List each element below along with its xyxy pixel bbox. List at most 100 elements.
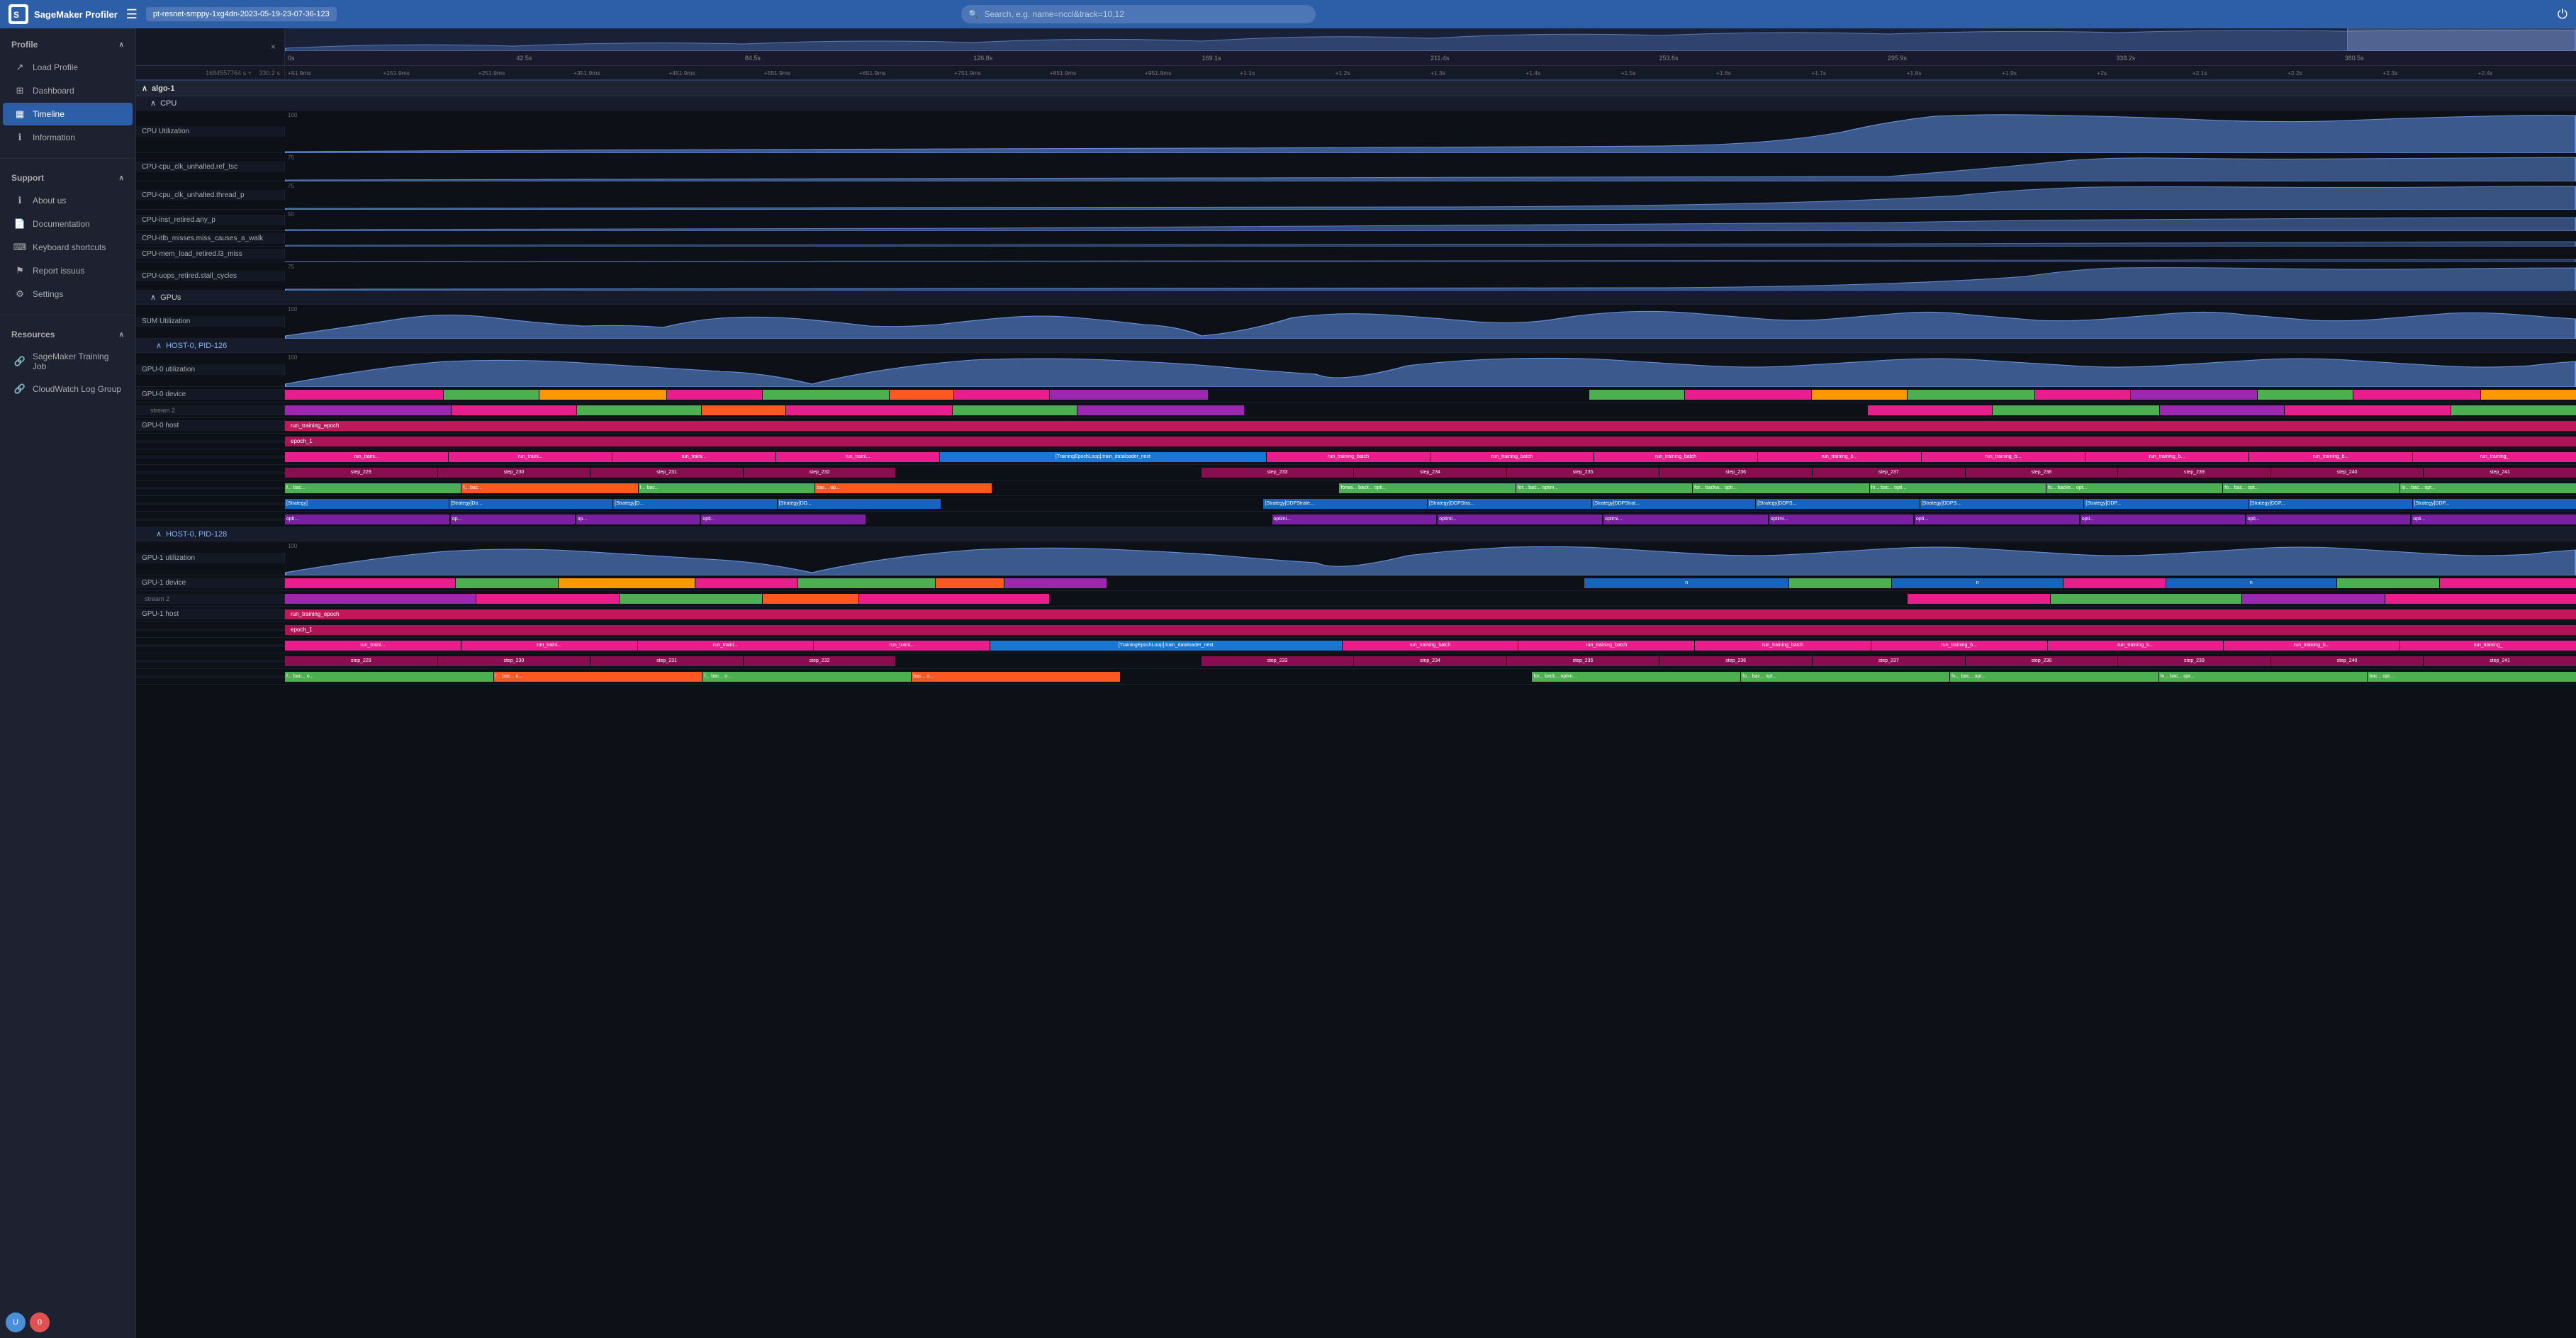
step-training-batch3[interactable]: run_training_batch [1594, 452, 1757, 462]
gpu1-sn-231[interactable]: step_231 [590, 656, 743, 666]
sidebar-item-keyboard[interactable]: ⌨ Keyboard shortcuts [3, 236, 133, 259]
gpu1-b4[interactable]: run_training_b... [1871, 641, 2047, 651]
optim-bar-10[interactable]: opti... [2081, 515, 2245, 524]
host0-section-header[interactable]: ∧ HOST-0, PID-126 [136, 339, 2576, 353]
gpu1-b5[interactable]: run_training_b... [2048, 641, 2224, 651]
strat-bar-6[interactable]: [Strategy]DDPStra... [1428, 499, 1591, 509]
strat-bar-10[interactable]: [Strategy]DDP... [2084, 499, 2248, 509]
optim-bar-4[interactable]: opti... [701, 515, 866, 524]
gpu1-sn-236[interactable]: step_236 [1659, 656, 1812, 666]
gpus-section-header[interactable]: ∧ GPUs [136, 291, 2576, 305]
stepnum-231[interactable]: step_231 [590, 468, 743, 478]
gpu1-step-run4[interactable]: run_traini... [814, 641, 990, 651]
optim-bar-1[interactable]: opti... [285, 515, 449, 524]
func-fwd-1[interactable]: f... bac... [285, 483, 461, 493]
sidebar-item-about[interactable]: ℹ About us [3, 189, 133, 212]
stepnum-237[interactable]: step_237 [1813, 468, 1965, 478]
gpu1-training-batch2[interactable]: run_training_batch [1518, 641, 1694, 651]
power-button[interactable]: ⏻ [2558, 7, 2567, 22]
optim-bar-12[interactable]: opti... [2412, 515, 2576, 524]
user-avatar[interactable]: U [6, 1312, 26, 1332]
stepnum-239[interactable]: step_239 [2118, 468, 2270, 478]
gpu1-sn-230[interactable]: step_230 [438, 656, 590, 666]
support-section-header[interactable]: Support ∧ [0, 167, 135, 189]
step-b8[interactable]: run_training_ [2413, 452, 2576, 462]
gpu1-sn-234[interactable]: step_234 [1354, 656, 1506, 666]
optim-bar-8[interactable]: optimi... [1769, 515, 1913, 524]
strat-bar-12[interactable]: [Strategy]DDP... [2413, 499, 2576, 509]
algo-header[interactable]: ∧ algo-1 [136, 81, 2576, 96]
step-b7[interactable]: run_training_b... [2249, 452, 2412, 462]
sidebar-item-information[interactable]: ℹ Information [3, 126, 133, 149]
gpu1-sn-238[interactable]: step_238 [1966, 656, 2118, 666]
func-fwd-5[interactable]: for... backw... opti... [1693, 483, 1869, 493]
gpu1-sn-240[interactable]: step_240 [2271, 656, 2424, 666]
stepnum-238[interactable]: step_238 [1966, 468, 2118, 478]
stepnum-234[interactable]: step_234 [1354, 468, 1506, 478]
stepnum-235[interactable]: step_235 [1507, 468, 1659, 478]
host1-section-header[interactable]: ∧ HOST-0, PID-128 [136, 527, 2576, 541]
func-fwd-7[interactable]: fo... backe... opt... [2046, 483, 2222, 493]
gpu1-step-run2[interactable]: run_traini... [461, 641, 637, 651]
strat-bar-11[interactable]: [Strategy]DDP... [2249, 499, 2412, 509]
func-fwd-2[interactable]: f... bac... [639, 483, 814, 493]
gpu1-step-run1[interactable]: run_traini... [285, 641, 461, 651]
sidebar-item-load-profile[interactable]: ↗ Load Profile [3, 56, 133, 79]
gpu1-step-run3[interactable]: run_traini... [638, 641, 814, 651]
gpu1-sn-239[interactable]: step_239 [2118, 656, 2270, 666]
user-avatar-2[interactable]: 0 [30, 1312, 50, 1332]
sidebar-item-settings[interactable]: ⚙ Settings [3, 283, 133, 305]
optim-bar-5[interactable]: optimi... [1272, 515, 1437, 524]
stepnum-236[interactable]: step_236 [1659, 468, 1812, 478]
gpu1-func-6[interactable]: fo... bac... opt... [1741, 672, 1949, 682]
dataloader-bar[interactable]: [TrainingEpochLoop].train_dataloader_nex… [940, 452, 1266, 462]
step-training-batch[interactable]: run_training_batch [1267, 452, 1430, 462]
step-b4[interactable]: run_training_b... [1758, 452, 1921, 462]
gpu1-sn-237[interactable]: step_237 [1813, 656, 1965, 666]
func-fwd-9[interactable]: fo... bac... opt... [2400, 483, 2576, 493]
gpu1-func-2[interactable]: f... bac... o... [494, 672, 702, 682]
strat-bar-2[interactable]: [Strategy]Do... [449, 499, 613, 509]
optim-bar-2[interactable]: op... [451, 515, 575, 524]
gpu1-func-8[interactable]: fo... bac... opt... [2159, 672, 2368, 682]
cpu-section-header[interactable]: ∧ CPU [136, 96, 2576, 111]
stepnum-240[interactable]: step_240 [2271, 468, 2424, 478]
strat-bar-9[interactable]: [Strategy]DDPS... [1920, 499, 2084, 509]
func-bwd-2[interactable]: bac... op... [815, 483, 991, 493]
strat-bar-1[interactable]: [Strategy] [285, 499, 449, 509]
gpu1-func-4[interactable]: bac... o... [912, 672, 1120, 682]
sidebar-item-docs[interactable]: 📄 Documentation [3, 213, 133, 235]
strat-bar-4[interactable]: [Strategy]DD... [778, 499, 941, 509]
sidebar-item-report[interactable]: ⚑ Report issuus [3, 259, 133, 282]
gpu1-training-batch3[interactable]: run_training_batch [1695, 641, 1871, 651]
func-bwd-1[interactable]: f... bac... [461, 483, 637, 493]
stepnum-232[interactable]: step_232 [744, 468, 896, 478]
gpu1-sn-241[interactable]: step_241 [2424, 656, 2576, 666]
gpu1-sn-232[interactable]: step_232 [744, 656, 896, 666]
step-training-batch2[interactable]: run_training_batch [1430, 452, 1594, 462]
gpu1-func-5[interactable]: for... back... optim... [1532, 672, 1740, 682]
stepnum-230[interactable]: step_230 [438, 468, 590, 478]
optim-bar-7[interactable]: optimi... [1603, 515, 1768, 524]
stepnum-233[interactable]: step_233 [1202, 468, 1354, 478]
optim-bar-3[interactable]: op... [576, 515, 700, 524]
strat-bar-7[interactable]: [Strategy]DDPStrat... [1592, 499, 1756, 509]
optim-bar-9[interactable]: opti... [1915, 515, 2079, 524]
resources-section-header[interactable]: Resources ∧ [0, 324, 135, 345]
step-b6[interactable]: run_training_b... [2085, 452, 2249, 462]
gpu1-training-batch[interactable]: run_training_batch [1343, 641, 1518, 651]
func-fwd-8[interactable]: fo... bac... opt... [2223, 483, 2399, 493]
gpu1-func-9[interactable]: bac... opt... [2368, 672, 2576, 682]
gpu1-sn-229[interactable]: step_229 [285, 656, 437, 666]
timeline-tracks[interactable]: ∧ algo-1 ∧ CPU CPU Utilization 100 [136, 81, 2576, 1338]
step-b5[interactable]: run_training_b... [1922, 452, 2085, 462]
search-input[interactable] [961, 5, 1316, 23]
func-fwd-6[interactable]: fo... bac... opti... [1870, 483, 2046, 493]
step-bar-run[interactable]: run_traini... [449, 452, 612, 462]
step-bar-229[interactable]: run_traini... [285, 452, 448, 462]
gpu1-sn-235[interactable]: step_235 [1507, 656, 1659, 666]
gpu1-func-3[interactable]: f... bac... o... [702, 672, 911, 682]
profile-section-header[interactable]: Profile ∧ [0, 34, 135, 55]
step-bar-run3[interactable]: run_traini... [776, 452, 939, 462]
gpu1-sn-233[interactable]: step_233 [1202, 656, 1354, 666]
